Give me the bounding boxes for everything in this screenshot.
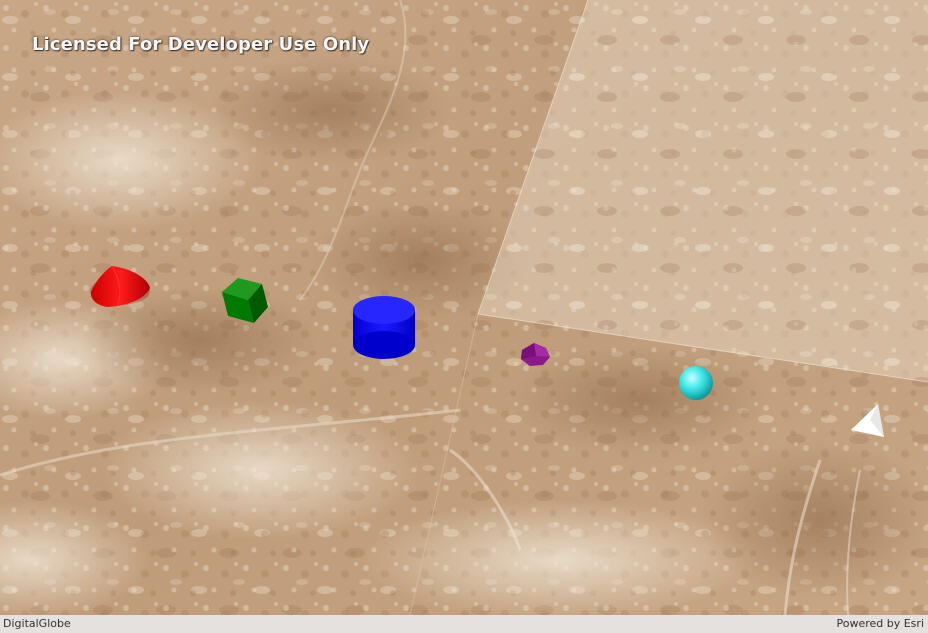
red-cone-graphic[interactable] (90, 265, 150, 307)
purple-diamond-graphic[interactable] (521, 343, 550, 366)
cyan-sphere-graphic[interactable] (679, 366, 713, 400)
blue-cylinder-graphic[interactable] (353, 296, 415, 359)
license-watermark: Licensed For Developer Use Only (32, 34, 370, 55)
white-tetrahedron-graphic[interactable] (851, 404, 884, 437)
scene-view[interactable]: Licensed For Developer Use Only (0, 0, 928, 615)
basemap-attribution: DigitalGlobe (3, 617, 71, 630)
esri-attribution: Powered by Esri (836, 617, 924, 630)
attribution-bar: DigitalGlobe Powered by Esri (0, 615, 928, 633)
green-cube-graphic[interactable] (222, 278, 268, 323)
graphics-overlay (90, 265, 884, 437)
